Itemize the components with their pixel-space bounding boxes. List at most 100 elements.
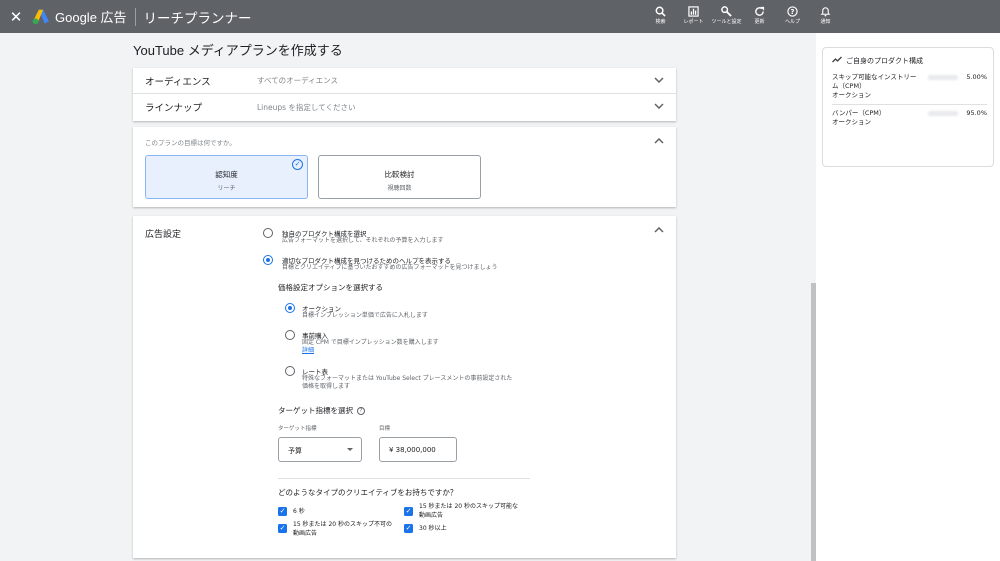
goal-option-consideration[interactable]: 比較検討 視聴回数 [318, 155, 481, 199]
metric-select[interactable]: 予算 [278, 437, 362, 462]
audience-label: オーディエンス [145, 76, 211, 88]
search-button[interactable]: 検索 [644, 4, 677, 26]
blurred-value [928, 75, 958, 80]
goal-option-title: 認知度 [215, 170, 238, 179]
lineup-value: Lineups を指定してください [257, 102, 356, 112]
radio-rate-card[interactable] [285, 366, 295, 376]
product-sub: オークション [832, 91, 871, 99]
svg-text:?: ? [791, 8, 795, 16]
report-label: レポート [683, 19, 704, 25]
lineup-label: ラインナップ [145, 103, 203, 114]
brand-name: Google 広告 [55, 10, 127, 25]
help-icon: ? [787, 4, 798, 19]
product-item: バンパー（CPM） オークション 95.0% [832, 109, 987, 127]
blurred-value [928, 111, 958, 116]
goal-option-title: 比較検討 [384, 170, 415, 179]
toolbar: 検索 レポート ツールと設定 更新 ? ヘルプ 通知 [644, 4, 842, 26]
pricing-heading: 価格設定オプションを選択する [278, 283, 383, 292]
report-button[interactable]: レポート [677, 4, 710, 26]
checkbox-15-20s-skippable[interactable]: ✓ [404, 507, 413, 516]
app-title: リーチプランナー [143, 10, 252, 26]
tools-settings-label: ツールと設定 [711, 19, 742, 25]
product-pct: 95.0% [966, 109, 987, 117]
metric-label: ターゲット指標 [278, 426, 317, 432]
option-desc: 広告フォーマットを選択して、それぞれの予算を入力します [282, 237, 444, 244]
checkbox-label: 動画広告 [419, 512, 444, 519]
product-pct: 5.00% [966, 73, 987, 81]
chevron-up-icon[interactable] [654, 137, 664, 147]
product-mix-card: ご自身のプロダクト構成 スキップ可能なインストリー ム（CPM） オークション … [822, 47, 994, 167]
chevron-down-icon[interactable] [654, 102, 664, 112]
option-desc: 目標とクリエイティブに基づいたおすすめの広告フォーマットを見つけましょう [282, 264, 498, 271]
product-mix-header: ご自身のプロダクト構成 [832, 56, 923, 66]
creative-heading: どのようなタイプのクリエイティブをお持ちですか？ [278, 488, 458, 497]
option-desc: 目標インプレッション単価で広告に入札します [302, 312, 428, 319]
option-desc: 固定 CPM で目標インプレッション数を購入します [302, 339, 439, 346]
page-title: YouTube メディアプランを作成する [133, 43, 343, 58]
trending-icon [832, 56, 842, 66]
caret-down-icon [347, 448, 353, 451]
goal-option-sub: リーチ [217, 185, 236, 192]
close-icon[interactable]: ✕ [2, 8, 30, 26]
goal-option-sub: 視聴回数 [387, 185, 412, 192]
target-heading-text: ターゲット指標を選択 [278, 406, 353, 415]
notifications-label: 通知 [820, 19, 831, 25]
report-icon [688, 4, 699, 19]
goal-card: このプランの目標は何ですか。 ✓ 認知度 リーチ 比較検討 視聴回数 [133, 127, 676, 207]
tools-settings-button[interactable]: ツールと設定 [710, 4, 743, 26]
radio-auction[interactable] [285, 303, 295, 313]
refresh-button[interactable]: 更新 [743, 4, 776, 26]
notifications-button[interactable]: 通知 [809, 4, 842, 26]
refresh-icon [754, 4, 765, 19]
goal-option-awareness[interactable]: ✓ 認知度 リーチ [145, 155, 308, 199]
product-name: バンパー（CPM） [832, 109, 886, 117]
details-link[interactable]: 詳細 [302, 347, 314, 356]
option-desc: 価格を取得します [302, 383, 351, 390]
lineup-row[interactable]: ラインナップ Lineups を指定してください [133, 94, 676, 120]
checkbox-label: 6 秒 [293, 508, 305, 515]
checkbox-15-20s-nonskippable[interactable]: ✓ [278, 524, 287, 533]
checkbox-label: 動画広告 [293, 530, 318, 537]
bell-icon [820, 4, 831, 19]
search-icon [655, 4, 666, 19]
check-icon: ✓ [292, 159, 303, 170]
main-content: YouTube メディアプランを作成する オーディエンス すべてのオーディエンス… [0, 33, 816, 561]
header-divider [134, 7, 136, 26]
top-bar: ✕ Google 広告 リーチプランナー 検索 レポート ツールと設定 更新 ?… [0, 0, 1000, 33]
help-label: ヘルプ [784, 19, 800, 25]
ad-settings-card: 広告設定 独自のプロダクト構成を選択 広告フォーマットを選択して、それぞれの予算… [133, 216, 676, 558]
audience-lineup-card: オーディエンス すべてのオーディエンス ラインナップ Lineups を指定して… [133, 68, 676, 121]
ad-settings-label: 広告設定 [145, 230, 182, 240]
checkbox-label: 15 秒または 20 秒のスキップ可能な [419, 503, 518, 510]
product-name: ム（CPM） [832, 82, 866, 90]
target-heading: ターゲット指標を選択? [278, 405, 365, 416]
checkbox-label: 30 秒以上 [419, 525, 447, 532]
goal-input[interactable]: ¥ 38,000,000 [379, 437, 457, 462]
radio-own-mix[interactable] [263, 228, 273, 238]
google-ads-logo [32, 9, 49, 24]
chevron-up-icon[interactable] [654, 226, 664, 236]
divider [278, 478, 530, 479]
goal-question: このプランの目標は何ですか。 [145, 139, 236, 147]
checkbox-6s[interactable]: ✓ [278, 507, 287, 516]
product-mix-title: ご自身のプロダクト構成 [846, 57, 923, 65]
metric-value: 予算 [288, 447, 302, 455]
help-icon[interactable]: ? [357, 407, 365, 415]
checkbox-30s-plus[interactable]: ✓ [404, 524, 413, 533]
goal-value: ¥ 38,000,000 [389, 446, 436, 454]
goal-label: 目標 [379, 426, 391, 432]
radio-prebuy[interactable] [285, 330, 295, 340]
side-panel: ご自身のプロダクト構成 スキップ可能なインストリー ム（CPM） オークション … [816, 33, 1000, 561]
audience-value: すべてのオーディエンス [257, 76, 338, 85]
audience-row[interactable]: オーディエンス すべてのオーディエンス [133, 68, 676, 94]
wrench-icon [721, 4, 732, 19]
product-item: スキップ可能なインストリー ム（CPM） オークション 5.00% [832, 73, 987, 100]
help-button[interactable]: ? ヘルプ [776, 4, 809, 26]
radio-help-mix[interactable] [263, 255, 273, 265]
checkbox-label: 15 秒または 20 秒のスキップ不可の [293, 521, 392, 528]
search-label: 検索 [655, 19, 666, 25]
product-name: スキップ可能なインストリー [832, 73, 917, 81]
divider [832, 104, 987, 105]
chevron-down-icon[interactable] [654, 76, 664, 86]
refresh-label: 更新 [754, 19, 765, 25]
